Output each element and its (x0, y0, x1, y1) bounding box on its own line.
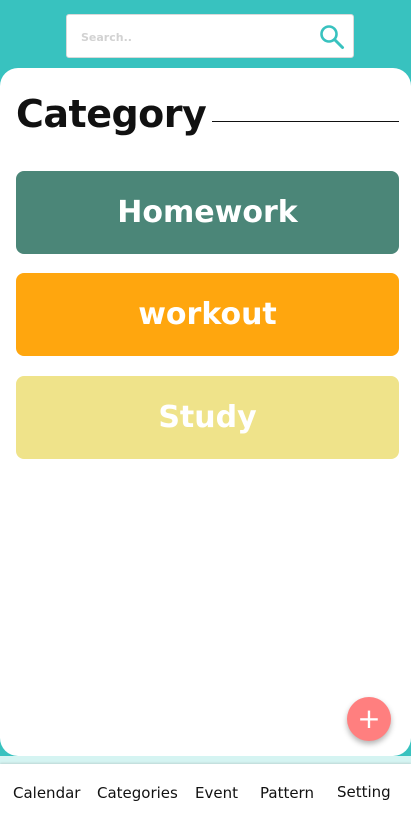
add-category-button[interactable]: + (347, 697, 391, 741)
nav-item-categories[interactable]: Categories (97, 784, 178, 802)
bottom-nav: Calendar Categories Event Pattern Settin… (0, 764, 411, 823)
category-study-button[interactable]: Study (16, 376, 399, 459)
nav-item-pattern[interactable]: Pattern (260, 784, 314, 802)
category-homework-button[interactable]: Homework (16, 171, 399, 254)
search-input[interactable] (79, 15, 313, 59)
title-divider (212, 121, 399, 122)
category-workout-button[interactable]: workout (16, 273, 399, 356)
page-title: Category (16, 92, 207, 136)
search-box (66, 14, 354, 59)
main-card: Category Homework workout Study (0, 68, 411, 756)
nav-divider-strip (0, 756, 411, 764)
nav-item-setting[interactable]: Setting (337, 783, 391, 801)
search-icon[interactable] (319, 24, 345, 50)
nav-item-calendar[interactable]: Calendar (13, 784, 80, 802)
nav-item-event[interactable]: Event (195, 784, 238, 802)
